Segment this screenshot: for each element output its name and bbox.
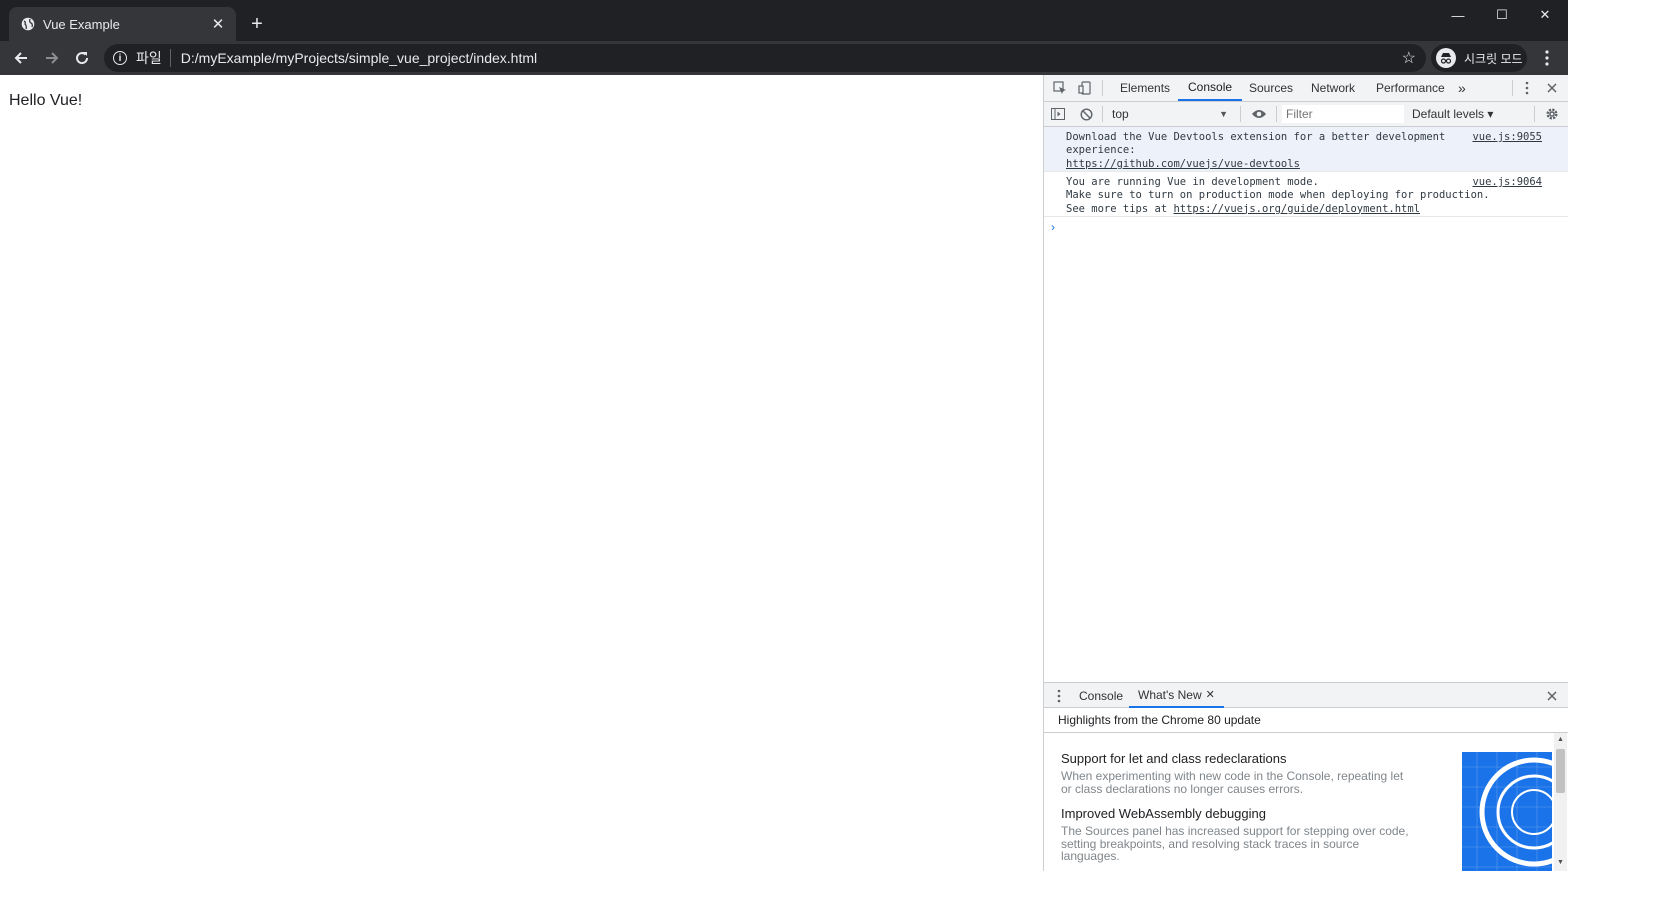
incognito-label: 시크릿 모드 bbox=[1464, 51, 1523, 66]
scheme-label: 파일 bbox=[136, 50, 162, 66]
minimize-button[interactable]: — bbox=[1436, 4, 1480, 26]
description-line: The Sources panel has increased support … bbox=[1061, 824, 1409, 838]
tab-console[interactable]: Console bbox=[1178, 75, 1243, 101]
tab-close-icon[interactable]: ✕ bbox=[210, 16, 226, 33]
item-description: When experimenting with new code in the … bbox=[1061, 770, 1421, 795]
toolbar-separator bbox=[1534, 106, 1535, 122]
more-tabs-icon[interactable]: » bbox=[1458, 75, 1466, 101]
log-levels-dropdown[interactable]: Default levels ▾ bbox=[1412, 104, 1493, 124]
forward-icon[interactable] bbox=[40, 46, 64, 70]
new-tab-button[interactable]: + bbox=[246, 13, 268, 35]
inspect-element-icon[interactable] bbox=[1052, 80, 1068, 96]
hello-text: Hello Vue! bbox=[9, 92, 83, 109]
description-line: languages. bbox=[1061, 849, 1120, 863]
devtools-panel: Elements Console Sources Network Perform… bbox=[1043, 75, 1568, 871]
globe-icon bbox=[21, 17, 35, 31]
devtools-tab-bar: Elements Console Sources Network Perform… bbox=[1044, 75, 1568, 102]
url-text[interactable]: D:/myExample/myProjects/simple_vue_proje… bbox=[181, 50, 1402, 66]
incognito-icon bbox=[1436, 48, 1456, 68]
browser-window: Vue Example ✕ + — ☐ ✕ i 파일 D:/myExample/… bbox=[0, 0, 1660, 922]
whats-new-header: Highlights from the Chrome 80 update bbox=[1044, 708, 1568, 733]
reload-icon[interactable] bbox=[70, 46, 94, 70]
info-icon[interactable]: i bbox=[113, 51, 127, 65]
drawer-tab-whats-new[interactable]: What's New ✕ bbox=[1129, 683, 1224, 708]
message-text: Download the Vue Devtools extension for … bbox=[1066, 131, 1445, 171]
tab-strip: Vue Example ✕ + — ☐ ✕ bbox=[0, 0, 1568, 41]
browser-tab[interactable]: Vue Example ✕ bbox=[9, 7, 236, 41]
tab-sources[interactable]: Sources bbox=[1249, 75, 1293, 101]
whats-new-scrollbar[interactable]: ▲ ▼ bbox=[1554, 733, 1567, 871]
console-settings-gear-icon[interactable] bbox=[1544, 106, 1560, 122]
sidebar-toggle-icon[interactable] bbox=[1050, 106, 1066, 122]
browser-toolbar: i 파일 D:/myExample/myProjects/simple_vue_… bbox=[0, 41, 1568, 75]
omnibox-separator bbox=[169, 49, 171, 67]
tab-performance[interactable]: Performance bbox=[1376, 75, 1445, 101]
tab-separator bbox=[1102, 80, 1103, 96]
incognito-badge[interactable]: 시크릿 모드 bbox=[1431, 44, 1527, 72]
live-expression-eye-icon[interactable] bbox=[1250, 106, 1268, 122]
whats-new-content: Support for let and class redeclarations… bbox=[1044, 733, 1568, 871]
console-filter-input[interactable] bbox=[1282, 105, 1404, 123]
page-content: Hello Vue! bbox=[0, 75, 1043, 871]
scrollbar-thumb[interactable] bbox=[1556, 749, 1565, 793]
console-toolbar: top ▼ Default levels ▾ bbox=[1044, 102, 1568, 127]
item-description: The Sources panel has increased support … bbox=[1061, 825, 1421, 863]
maximize-button[interactable]: ☐ bbox=[1480, 4, 1524, 26]
item-title: Improved WebAssembly debugging bbox=[1061, 806, 1266, 821]
back-icon[interactable] bbox=[9, 46, 33, 70]
toolbar-separator bbox=[1102, 106, 1103, 122]
drawer-tab-console[interactable]: Console bbox=[1079, 683, 1123, 708]
scroll-down-icon[interactable]: ▼ bbox=[1556, 859, 1565, 866]
message-source-link[interactable]: vue.js:9064 bbox=[1472, 176, 1542, 189]
message-line: Download the Vue Devtools extension for … bbox=[1066, 131, 1446, 143]
drawer-tab-label: What's New bbox=[1138, 687, 1202, 702]
whats-new-image[interactable] bbox=[1462, 752, 1552, 871]
context-selector[interactable]: top ▼ bbox=[1106, 104, 1234, 124]
description-line: or class declarations no longer causes e… bbox=[1061, 781, 1304, 796]
devtools-menu-icon[interactable] bbox=[1519, 80, 1535, 96]
clear-console-icon[interactable] bbox=[1078, 106, 1094, 122]
scroll-up-icon[interactable]: ▲ bbox=[1556, 736, 1565, 743]
tab-network[interactable]: Network bbox=[1311, 75, 1355, 101]
message-line: See more tips at bbox=[1066, 202, 1174, 215]
drawer-menu-icon[interactable] bbox=[1054, 688, 1064, 704]
context-label: top bbox=[1112, 107, 1129, 121]
message-text: You are running Vue in development mode.… bbox=[1066, 176, 1490, 216]
bookmark-star-icon[interactable]: ☆ bbox=[1402, 48, 1416, 68]
whats-new-item[interactable]: Improved WebAssembly debugging The Sourc… bbox=[1061, 806, 1421, 863]
toolbar-separator bbox=[1276, 106, 1277, 122]
message-line: experience: bbox=[1066, 144, 1136, 157]
item-title: Support for let and class redeclarations bbox=[1061, 751, 1287, 766]
tab-separator bbox=[1512, 80, 1513, 96]
message-line: You are running Vue in development mode. bbox=[1066, 176, 1319, 188]
caret-down-icon: ▼ bbox=[1219, 109, 1228, 119]
message-source-link[interactable]: vue.js:9055 bbox=[1472, 131, 1542, 144]
highlights-text: Highlights from the Chrome 80 update bbox=[1058, 713, 1261, 727]
tab-elements[interactable]: Elements bbox=[1120, 75, 1170, 101]
console-prompt-icon[interactable]: › bbox=[1051, 220, 1055, 234]
console-message: You are running Vue in development mode.… bbox=[1044, 172, 1568, 217]
message-line: Make sure to turn on production mode whe… bbox=[1066, 189, 1490, 202]
drawer-close-icon[interactable] bbox=[1544, 688, 1560, 704]
window-close-button[interactable]: ✕ bbox=[1523, 4, 1567, 26]
device-toolbar-icon[interactable] bbox=[1077, 80, 1093, 96]
address-bar[interactable]: i 파일 D:/myExample/myProjects/simple_vue_… bbox=[104, 44, 1426, 72]
browser-menu-icon[interactable] bbox=[1537, 46, 1557, 70]
drawer-tab-close-icon[interactable]: ✕ bbox=[1206, 688, 1215, 701]
toolbar-separator bbox=[1240, 106, 1241, 122]
description-line: When experimenting with new code in the … bbox=[1061, 769, 1404, 783]
tab-title: Vue Example bbox=[43, 16, 120, 32]
desktop-background bbox=[1568, 0, 1660, 922]
drawer-tab-bar: Console What's New ✕ bbox=[1044, 682, 1568, 708]
whats-new-item[interactable]: Support for let and class redeclarations… bbox=[1061, 751, 1421, 795]
console-message: Download the Vue Devtools extension for … bbox=[1044, 127, 1568, 172]
message-link[interactable]: https://github.com/vuejs/vue-devtools bbox=[1066, 158, 1300, 170]
devtools-close-icon[interactable] bbox=[1544, 80, 1560, 96]
message-link[interactable]: https://vuejs.org/guide/deployment.html bbox=[1173, 203, 1420, 215]
